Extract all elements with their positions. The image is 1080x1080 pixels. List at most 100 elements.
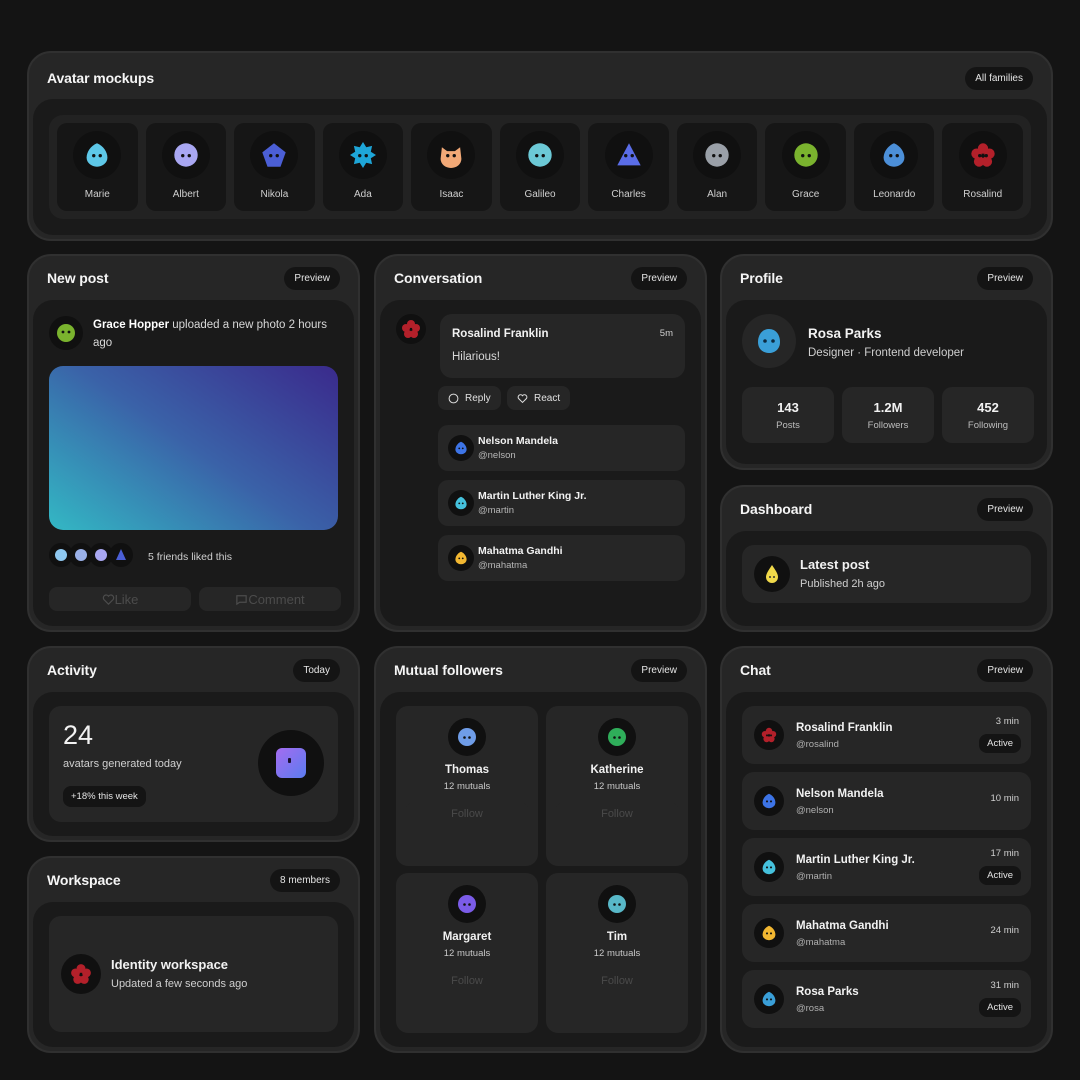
crystal-face-icon — [528, 143, 552, 167]
drop-face-icon — [762, 925, 776, 941]
avatar-strip: Marie Albert Nikola Ada Isaac Galileo Ch… — [49, 115, 1031, 219]
person-handle: @mahatma — [478, 560, 528, 571]
preview-button[interactable]: Preview — [977, 266, 1033, 290]
drop-face-icon — [455, 441, 467, 455]
follow-button[interactable]: Follow — [406, 970, 528, 992]
avatar-name: Charles — [611, 189, 646, 200]
chat-row[interactable]: Rosalind Franklin @rosalind 3 min Active — [742, 706, 1031, 764]
preview-button[interactable]: Preview — [631, 266, 687, 290]
avatar-tile-marie[interactable]: Marie — [57, 123, 138, 211]
flower-face-icon — [402, 320, 420, 338]
post-photo[interactable] — [49, 366, 338, 530]
preview-button[interactable]: Preview — [977, 658, 1033, 682]
chat-row[interactable]: Nelson Mandela @nelson 10 min — [742, 772, 1031, 830]
avatar-tile-isaac[interactable]: Isaac — [411, 123, 492, 211]
preview-button[interactable]: Preview — [977, 497, 1033, 521]
stat-followers[interactable]: 1.2M Followers — [842, 387, 934, 443]
latest-post-title: Latest post — [800, 557, 870, 572]
chat-row[interactable]: Rosa Parks @rosa 31 min Active — [742, 970, 1031, 1028]
avatar[interactable] — [598, 885, 636, 923]
message-time: 5m — [659, 328, 673, 339]
gear-face-icon — [349, 142, 376, 168]
avatar-tile-galileo[interactable]: Galileo — [499, 123, 581, 211]
status-badge: Active — [979, 998, 1021, 1017]
avatar[interactable] — [448, 718, 486, 756]
heart-icon — [102, 593, 114, 605]
avatar[interactable] — [598, 718, 636, 756]
post-author[interactable]: Grace Hopper — [93, 319, 169, 331]
avatar — [754, 984, 784, 1014]
card-title: Chat — [740, 662, 771, 678]
mutual-follower-katherine: Katherine 12 mutuals Follow — [546, 706, 688, 866]
avatar-tile-nikola[interactable]: Nikola — [234, 123, 315, 211]
avatar[interactable] — [49, 316, 83, 350]
avatar-tile-rosalind[interactable]: Rosalind — [942, 123, 1024, 211]
avatar-name: Ada — [354, 189, 372, 200]
message-bubble: Rosalind Franklin 5m Hilarious! — [440, 314, 685, 378]
drop-face-icon — [55, 549, 67, 561]
chat-inner: Rosalind Franklin @rosalind 3 min Active … — [726, 692, 1047, 1047]
dashboard-inner: Latest post Published 2h ago — [726, 531, 1047, 626]
blob-face-icon — [174, 143, 198, 167]
conversation-person[interactable]: Martin Luther King Jr. @martin — [438, 480, 685, 526]
reply-button[interactable]: Reply — [438, 386, 501, 410]
preview-button[interactable]: Preview — [284, 266, 340, 290]
heart-icon — [517, 393, 528, 403]
drop-face-icon — [766, 565, 778, 583]
preview-button[interactable]: Preview — [631, 658, 687, 682]
follow-button[interactable]: Follow — [556, 803, 678, 825]
conversation-person[interactable]: Mahatma Gandhi @mahatma — [438, 535, 685, 581]
avatar — [870, 131, 919, 179]
ball-face-icon — [793, 143, 818, 167]
person-name: Mahatma Gandhi — [478, 545, 563, 557]
follower-mutuals: 12 mutuals — [443, 948, 491, 959]
dashboard-card: Dashboard Preview Latest post Published … — [720, 485, 1053, 632]
members-button[interactable]: 8 members — [269, 868, 340, 892]
drop-face-icon — [455, 551, 467, 565]
triangle-face-icon — [616, 143, 641, 166]
conversation-person[interactable]: Nelson Mandela @nelson — [438, 425, 685, 471]
all-families-button[interactable]: All families — [965, 66, 1033, 90]
profile-role: Designer · Frontend developer — [808, 347, 964, 359]
avatar[interactable] — [396, 314, 426, 344]
stat-following[interactable]: 452 Following — [942, 387, 1034, 443]
workspace-card: Workspace 8 members Identity workspace U… — [27, 856, 360, 1053]
today-button[interactable]: Today — [293, 658, 340, 682]
mutual-followers-card: Mutual followers Preview Thomas 12 mutua… — [374, 646, 707, 1053]
drop-face-icon — [762, 859, 776, 875]
avatar-tile-albert[interactable]: Albert — [145, 123, 227, 211]
stat-value: 452 — [977, 399, 999, 415]
follower-mutuals: 12 mutuals — [443, 781, 491, 792]
avatar-tile-alan[interactable]: Alan — [676, 123, 758, 211]
chat-row[interactable]: Mahatma Gandhi @mahatma 24 min — [742, 904, 1031, 962]
avatar-tile-grace[interactable]: Grace — [765, 123, 846, 211]
comment-button[interactable]: Comment — [199, 587, 341, 611]
avatar-tile-ada[interactable]: Ada — [322, 123, 404, 211]
react-button[interactable]: React — [507, 386, 571, 410]
avatar[interactable] — [742, 314, 796, 368]
new-post-card: New post Preview Grace Hopper uploaded a… — [27, 254, 360, 632]
follower-mutuals: 12 mutuals — [593, 948, 641, 959]
avatar — [61, 954, 101, 994]
stat-posts[interactable]: 143 Posts — [742, 387, 834, 443]
avatar — [338, 131, 387, 179]
follow-button[interactable]: Follow — [406, 803, 528, 825]
follow-button[interactable]: Follow — [556, 970, 678, 992]
latest-post-box[interactable]: Latest post Published 2h ago — [742, 545, 1031, 603]
avatar-tile-leonardo[interactable]: Leonardo — [853, 123, 935, 211]
chat-name: Nelson Mandela — [796, 788, 884, 800]
avatar-name: Isaac — [439, 189, 464, 200]
avatar — [754, 556, 790, 592]
reply-label: Reply — [465, 392, 491, 404]
workspace-box[interactable]: Identity workspace Updated a few seconds… — [49, 916, 338, 1032]
avatar[interactable] — [448, 885, 486, 923]
mutual-follower-thomas: Thomas 12 mutuals Follow — [396, 706, 538, 866]
card-title: Activity — [47, 662, 97, 678]
like-button[interactable]: Like — [49, 587, 191, 611]
person-handle: @nelson — [478, 450, 516, 461]
activity-label: avatars generated today — [63, 758, 182, 770]
chat-row[interactable]: Martin Luther King Jr. @martin 17 min Act… — [742, 838, 1031, 896]
mutual-follower-margaret: Margaret 12 mutuals Follow — [396, 873, 538, 1033]
avatar — [958, 131, 1007, 179]
avatar-tile-charles[interactable]: Charles — [588, 123, 669, 211]
